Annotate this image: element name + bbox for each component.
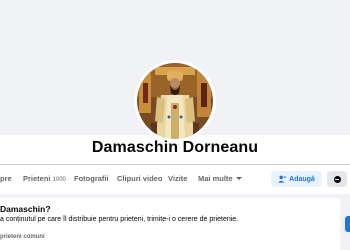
tab-about[interactable]: pre <box>0 174 12 183</box>
chevron-down-icon <box>235 177 242 180</box>
tab-photos[interactable]: Fotografii <box>74 174 109 183</box>
tab-more-label: Mai multe <box>198 174 233 183</box>
tab-photos-label: Fotografii <box>74 174 109 183</box>
privacy-card-body: a conținutul pe care îl distribuie pentr… <box>0 216 239 223</box>
tab-videos-label: Clipuri video <box>117 174 163 183</box>
tab-videos[interactable]: Clipuri video <box>117 174 162 183</box>
add-friend-label: Adaugă <box>289 175 315 183</box>
add-friend-icon <box>278 175 287 183</box>
profile-avatar[interactable] <box>134 60 216 142</box>
more-options-button[interactable] <box>327 171 347 187</box>
friends-count: 1000 <box>52 177 66 183</box>
add-friend-button[interactable]: Adaugă <box>271 171 322 187</box>
side-action-button[interactable] <box>345 216 350 232</box>
privacy-card <box>0 198 340 250</box>
mutual-friends-label[interactable]: prieteni comuni <box>0 234 45 240</box>
avatar-photo <box>137 63 213 139</box>
privacy-card-title: Damaschin? <box>0 204 51 214</box>
tabs-divider <box>0 164 350 165</box>
tab-check-ins-label: Vizite <box>168 174 188 183</box>
tab-friends[interactable]: Prieteni 1000 <box>23 174 66 183</box>
tab-about-label: pre <box>0 174 12 183</box>
tab-friends-label: Prieteni <box>23 174 51 183</box>
tab-check-ins[interactable]: Vizite <box>168 174 187 183</box>
tab-more[interactable]: Mai multe <box>198 174 242 183</box>
profile-name: Damaschin Dorneanu <box>91 139 259 156</box>
more-options-icon <box>333 175 341 183</box>
